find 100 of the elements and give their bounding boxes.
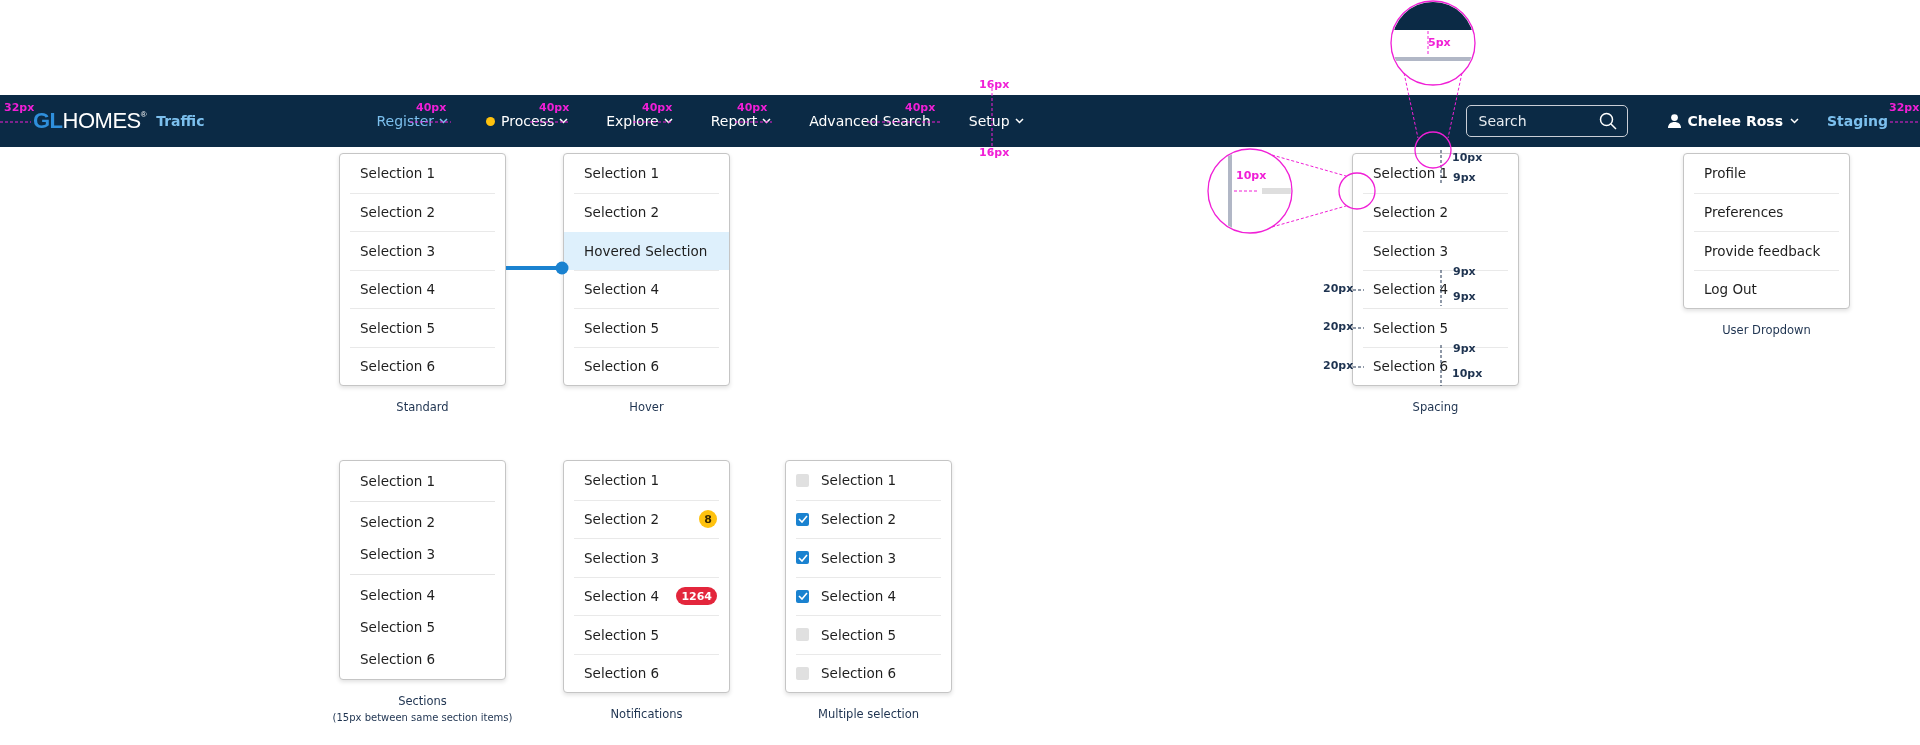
- caption: Sections: [398, 694, 447, 708]
- caption: Hover: [629, 400, 664, 414]
- menu-option[interactable]: Preferences: [1704, 204, 1784, 221]
- search-icon: [1598, 112, 1617, 130]
- notification-badge: 1264: [676, 587, 717, 606]
- dimension-label: 9px: [1453, 343, 1476, 355]
- menu-option[interactable]: Hovered Selection: [564, 231, 729, 270]
- dimension-label: 5px: [1428, 37, 1451, 49]
- dimension-label: 10px: [1236, 170, 1267, 182]
- menu-option[interactable]: Log Out: [1704, 281, 1757, 298]
- dimension-label: 20px: [1323, 321, 1354, 333]
- search-field[interactable]: Search: [1465, 105, 1628, 137]
- menu-option[interactable]: Selection 5: [1373, 319, 1449, 336]
- menu-option[interactable]: Selection 1: [1373, 165, 1449, 182]
- dimension-label: 10px: [1452, 152, 1483, 164]
- dimension-line: [734, 121, 773, 123]
- dimension-label: 40px: [416, 102, 447, 114]
- option-label: Selection 4: [821, 588, 897, 605]
- menu-option[interactable]: Selection 2: [1373, 204, 1449, 221]
- menu-option[interactable]: Selection 1: [584, 472, 660, 489]
- dimension-line: [1440, 344, 1442, 387]
- menu-option[interactable]: Selection 4: [360, 587, 436, 603]
- caption: User Dropdown: [1722, 323, 1811, 337]
- menu-option[interactable]: Selection 5: [360, 619, 436, 635]
- checkbox[interactable]: [796, 473, 809, 487]
- option-label: Selection 6: [821, 665, 897, 682]
- dimension-label: 40px: [905, 102, 936, 114]
- user-icon: [1667, 114, 1681, 128]
- dimension-line: [409, 121, 452, 123]
- option-label: Selection 2: [584, 511, 660, 528]
- chevron-down-icon: [1789, 118, 1799, 124]
- menu-item[interactable]: Register: [376, 113, 449, 129]
- checkbox[interactable]: [796, 628, 809, 642]
- caption: Standard: [396, 400, 449, 414]
- menu-option[interactable]: Selection 5: [360, 319, 436, 336]
- menu-item[interactable]: Explore: [606, 113, 673, 129]
- dimension-label: 16px: [979, 79, 1010, 91]
- menu-option[interactable]: Selection 1: [360, 165, 436, 182]
- chevron-down-icon: [762, 118, 772, 124]
- menu-item[interactable]: Advanced Search: [809, 113, 931, 129]
- dimension-label: 9px: [1453, 172, 1476, 184]
- caption: Notifications: [610, 707, 683, 721]
- checkbox[interactable]: [796, 551, 809, 565]
- menu-option[interactable]: Selection 4: [574, 269, 719, 308]
- menu-option[interactable]: Selection 5: [584, 626, 660, 643]
- option-label: Selection 1: [821, 472, 897, 489]
- dimension-label: 32px: [4, 102, 35, 114]
- menu-option[interactable]: Selection 4: [360, 281, 436, 298]
- app-name: Traffic: [156, 113, 205, 129]
- menu-item[interactable]: Setup: [968, 113, 1024, 129]
- dimension-line: [1440, 149, 1442, 185]
- menu-option[interactable]: Selection 6: [360, 358, 436, 375]
- menu-option[interactable]: Selection 1: [360, 473, 436, 489]
- menu-option[interactable]: Provide feedback: [1704, 242, 1821, 259]
- logo-wordmark: HOMES: [62, 108, 141, 134]
- connector-drawing: [506, 261, 570, 275]
- chevron-down-icon: [439, 118, 449, 124]
- caption: Multiple selection: [818, 707, 919, 721]
- dimension-line: [1427, 30, 1429, 57]
- menu-item[interactable]: Process: [501, 113, 569, 129]
- chevron-down-icon: [663, 118, 673, 124]
- menu-option[interactable]: Selection 5: [574, 308, 719, 347]
- chevron-down-icon: [559, 118, 569, 124]
- dimension-label: 16px: [979, 147, 1010, 159]
- logo-mark: GL: [33, 108, 63, 134]
- option-label: Selection 4: [584, 588, 660, 605]
- checkbox[interactable]: [796, 512, 809, 526]
- caption: Spacing: [1412, 400, 1459, 414]
- dimension-label: 32px: [1889, 102, 1920, 114]
- check-icon: [797, 515, 808, 524]
- menu-option[interactable]: Selection 3: [1373, 242, 1449, 259]
- menu-option[interactable]: Selection 3: [360, 242, 436, 259]
- menu-item[interactable]: Report: [710, 113, 772, 129]
- user-menu-button[interactable]: Chelee Ross: [1667, 113, 1799, 129]
- dimension-line: [529, 121, 570, 123]
- check-icon: [797, 553, 808, 562]
- menu-option[interactable]: Selection 6: [360, 651, 436, 667]
- menu-option[interactable]: Profile: [1704, 165, 1746, 182]
- dimension-label: 9px: [1453, 266, 1476, 278]
- dimension-label: 20px: [1323, 283, 1354, 295]
- menu-option[interactable]: Selection 4: [1373, 281, 1449, 298]
- menu-option[interactable]: Selection 3: [360, 546, 436, 562]
- caption-note: (15px between same section items): [332, 712, 513, 723]
- menu-option[interactable]: Selection 6: [584, 665, 660, 682]
- menu-option[interactable]: Selection 6: [1373, 358, 1449, 375]
- checkbox[interactable]: [796, 666, 809, 680]
- dimension-line: [1233, 190, 1259, 192]
- dimension-label: 10px: [1452, 368, 1483, 380]
- option-label: Selection 3: [821, 549, 897, 566]
- menu-option[interactable]: Selection 6: [574, 346, 719, 385]
- dimension-line: [1440, 269, 1442, 307]
- dimension-label: 20px: [1323, 360, 1354, 372]
- registered-mark: ®: [140, 110, 147, 119]
- checkbox[interactable]: [796, 589, 809, 603]
- menu-option[interactable]: Selection 1: [574, 154, 719, 193]
- dimension-label: 40px: [737, 102, 768, 114]
- menu-option[interactable]: Selection 2: [360, 204, 436, 221]
- menu-option[interactable]: Selection 3: [584, 549, 660, 566]
- menu-option[interactable]: Selection 2: [360, 514, 436, 530]
- notification-badge: 8: [699, 510, 717, 529]
